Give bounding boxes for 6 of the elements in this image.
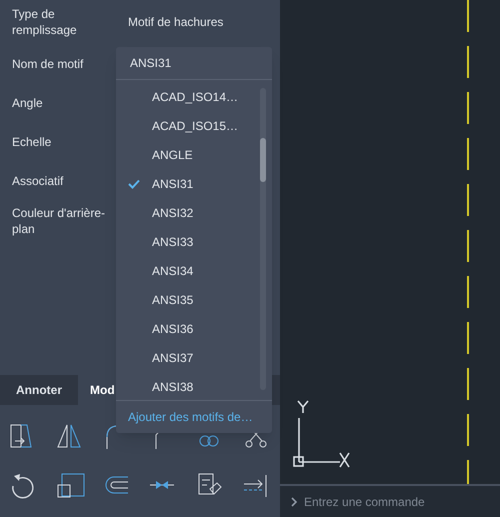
property-label: Type de remplissage — [11, 6, 78, 38]
property-label: Nom de motif — [11, 56, 84, 72]
property-label: Associatif — [11, 172, 64, 188]
property-label: Echelle — [11, 134, 52, 150]
property-label: Angle — [11, 95, 44, 111]
property-label: Couleur d'arrière-plan — [11, 205, 106, 237]
